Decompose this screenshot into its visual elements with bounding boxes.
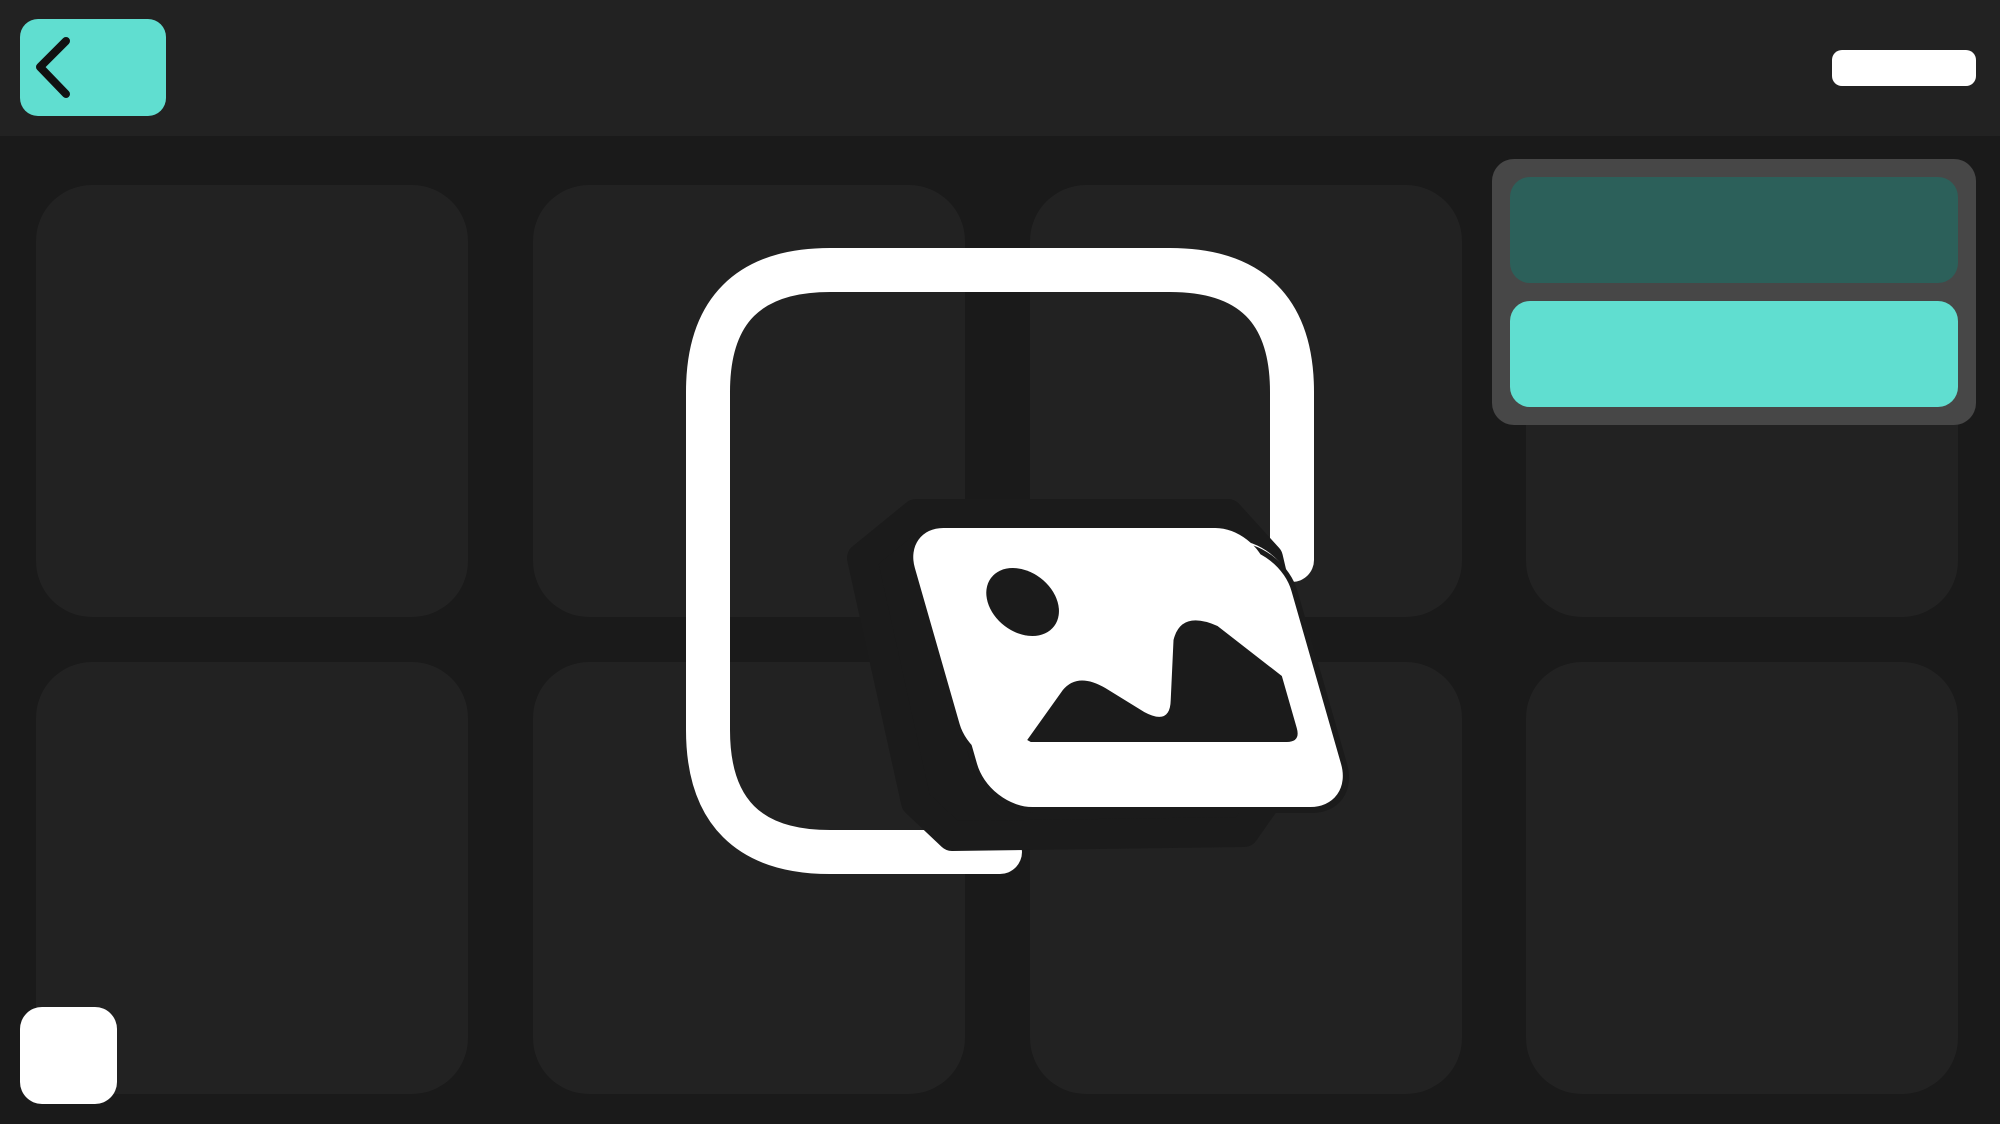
- bottom-left-button[interactable]: [20, 1007, 117, 1104]
- menu-option-2[interactable]: [1510, 301, 1958, 407]
- options-panel: [1492, 159, 1976, 425]
- app-screen: [0, 0, 2000, 1124]
- menu-option-1[interactable]: [1510, 177, 1958, 283]
